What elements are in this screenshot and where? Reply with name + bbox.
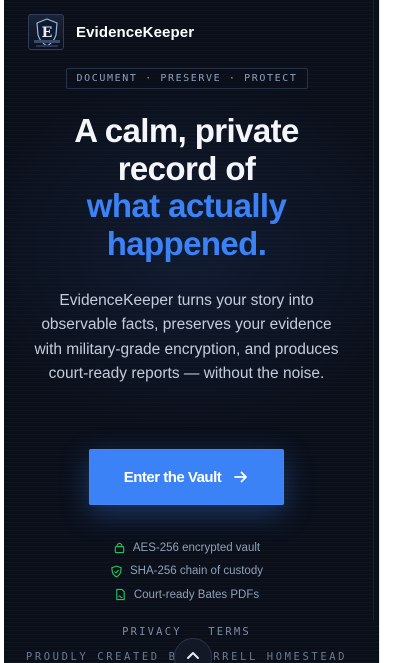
feature-label: SHA-256 chain of custody xyxy=(130,565,263,578)
chevron-up-icon xyxy=(185,648,201,663)
scroll-to-top-button[interactable] xyxy=(174,638,212,663)
brand-name: EvidenceKeeper xyxy=(76,23,195,41)
headline-line-1: A calm, private xyxy=(74,112,299,149)
feature-label: AES-256 encrypted vault xyxy=(132,541,261,554)
enter-vault-label: Enter the Vault xyxy=(123,468,222,486)
app-viewport: E EvidenceKeeper DOCUMENT · PRESERVE · P… xyxy=(4,0,379,663)
headline-line-3: what actually xyxy=(86,187,287,224)
shield-check-icon xyxy=(110,565,123,578)
hero-description: EvidenceKeeper turns your story into obs… xyxy=(34,292,339,382)
lock-icon xyxy=(113,541,126,554)
headline-line-2: record of xyxy=(117,149,256,187)
page-gutter xyxy=(379,0,416,663)
svg-text:E: E xyxy=(42,25,53,41)
file-signature-icon xyxy=(114,588,127,601)
arrow-right-icon xyxy=(233,469,249,485)
headline-line-4: happened. xyxy=(106,224,267,262)
hero-headline: A calm, private record of what actually … xyxy=(4,112,369,262)
privacy-link[interactable]: PRIVACY xyxy=(122,626,182,638)
tagline-pill: DOCUMENT · PRESERVE · PROTECT xyxy=(66,68,308,89)
feature-item: AES-256 encrypted vault xyxy=(4,536,369,560)
feature-item: Court-ready Bates PDFs xyxy=(4,583,369,607)
feature-item: SHA-256 chain of custody xyxy=(4,560,369,584)
feature-list: AES-256 encrypted vault SHA-256 chain of… xyxy=(4,536,369,607)
terms-link[interactable]: TERMS xyxy=(208,626,251,638)
brand[interactable]: E EvidenceKeeper xyxy=(28,14,194,50)
enter-vault-button[interactable]: Enter the Vault xyxy=(89,449,284,505)
footer-links: PRIVACY TERMS xyxy=(4,626,369,638)
feature-label: Court-ready Bates PDFs xyxy=(133,588,260,601)
shield-e-logo-icon: E xyxy=(28,14,64,50)
